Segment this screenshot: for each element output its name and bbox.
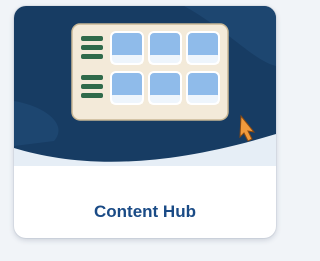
dashboard-panel: [71, 23, 229, 121]
page: Content Hub: [0, 0, 285, 261]
list-bar: [81, 84, 103, 89]
content-card: [186, 31, 220, 65]
list-bar: [81, 36, 103, 41]
list-bar: [81, 75, 103, 80]
content-card: [110, 71, 144, 105]
content-grid-illustration: [14, 6, 276, 166]
content-card: [148, 71, 182, 105]
tile-title: Content Hub: [94, 202, 196, 221]
content-hub-tile[interactable]: Content Hub: [14, 6, 276, 238]
list-bar: [81, 54, 103, 59]
list-bar: [81, 93, 103, 98]
content-card: [148, 31, 182, 65]
content-card: [186, 71, 220, 105]
list-bar: [81, 45, 103, 50]
content-card: [110, 31, 144, 65]
